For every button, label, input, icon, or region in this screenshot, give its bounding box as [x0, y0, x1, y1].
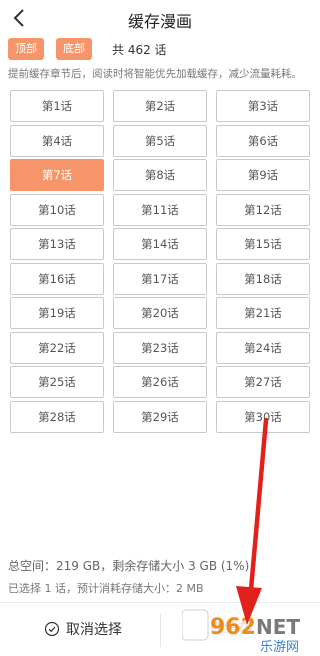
episode-button[interactable]: 第27话 [216, 366, 310, 398]
episode-button[interactable]: 第18话 [216, 262, 310, 295]
episode-button[interactable]: 第28话 [10, 400, 104, 433]
episode-button[interactable]: 第21话 [216, 297, 310, 329]
episode-button[interactable]: 第22话 [10, 331, 104, 364]
episode-button[interactable]: 第20话 [113, 297, 207, 329]
episode-button[interactable]: 第30话 [216, 400, 310, 433]
episode-button[interactable]: 第15话 [216, 228, 310, 260]
episode-button[interactable]: 第2话 [113, 90, 207, 122]
cancel-selection-button[interactable]: 取消选择 [44, 617, 122, 641]
bottom-divider [160, 613, 161, 647]
watermark-sub: 乐游网 [260, 640, 299, 654]
episode-button[interactable]: 第19话 [10, 297, 104, 329]
episode-button[interactable]: 第14话 [113, 228, 207, 260]
episode-button[interactable]: 第16话 [10, 262, 104, 295]
episode-button[interactable]: 第29话 [113, 400, 207, 433]
cancel-selection-label: 取消选择 [66, 622, 122, 638]
site-watermark-logo: 962 NET 乐游网 [182, 609, 300, 654]
episode-button[interactable]: 第11话 [113, 193, 207, 226]
scroll-top-button[interactable]: 顶部 [8, 38, 44, 60]
storage-info: 总空间：219 GB，剩余存储大小 3 GB (1%) [8, 559, 250, 573]
episode-button[interactable]: 第25话 [10, 366, 104, 398]
episode-button[interactable]: 第12话 [216, 193, 310, 226]
episode-button[interactable]: 第1话 [10, 90, 104, 122]
episode-grid: 第1话 第2话 第3话 第4话 第5话 第6话 第7话 第8话 第9话 第10话 第11话 第12话第… [10, 90, 310, 550]
episode-button[interactable]: 第26话 [113, 366, 207, 398]
episode-button[interactable]: 第7话 [10, 159, 104, 191]
controls-bar: 顶部 底部 共 462 话 [8, 38, 308, 60]
scroll-bottom-button[interactable]: 底部 [56, 38, 92, 60]
check-circle-icon [44, 621, 60, 637]
grid-fade [0, 537, 320, 555]
episode-total: 共 462 话 [112, 43, 167, 57]
page-title: 缓存漫画 [127, 12, 192, 31]
cache-hint: 提前缓存章节后，阅读时将智能优先加载缓存，减少流量耗耗。 [8, 68, 302, 80]
episode-button[interactable]: 第9话 [216, 159, 310, 191]
episode-button[interactable]: 第17话 [113, 262, 207, 295]
episode-button[interactable]: 第5话 [113, 124, 207, 157]
episode-button[interactable]: 第13话 [10, 228, 104, 260]
watermark-suffix: NET [256, 615, 300, 639]
episode-button[interactable]: 第6话 [216, 124, 310, 157]
watermark-brand: 962 [210, 615, 256, 640]
episode-button[interactable]: 第23话 [113, 331, 207, 364]
episode-button[interactable]: 第3话 [216, 90, 310, 122]
episode-button[interactable]: 第10话 [10, 193, 104, 226]
episode-button[interactable]: 第4话 [10, 124, 104, 157]
selection-info: 已选择 1 话，预计消耗存储大小：2 MB [8, 582, 204, 595]
episode-button[interactable]: 第8话 [113, 159, 207, 191]
episode-button[interactable]: 第24话 [216, 331, 310, 364]
header: 缓存漫画 [0, 0, 320, 36]
